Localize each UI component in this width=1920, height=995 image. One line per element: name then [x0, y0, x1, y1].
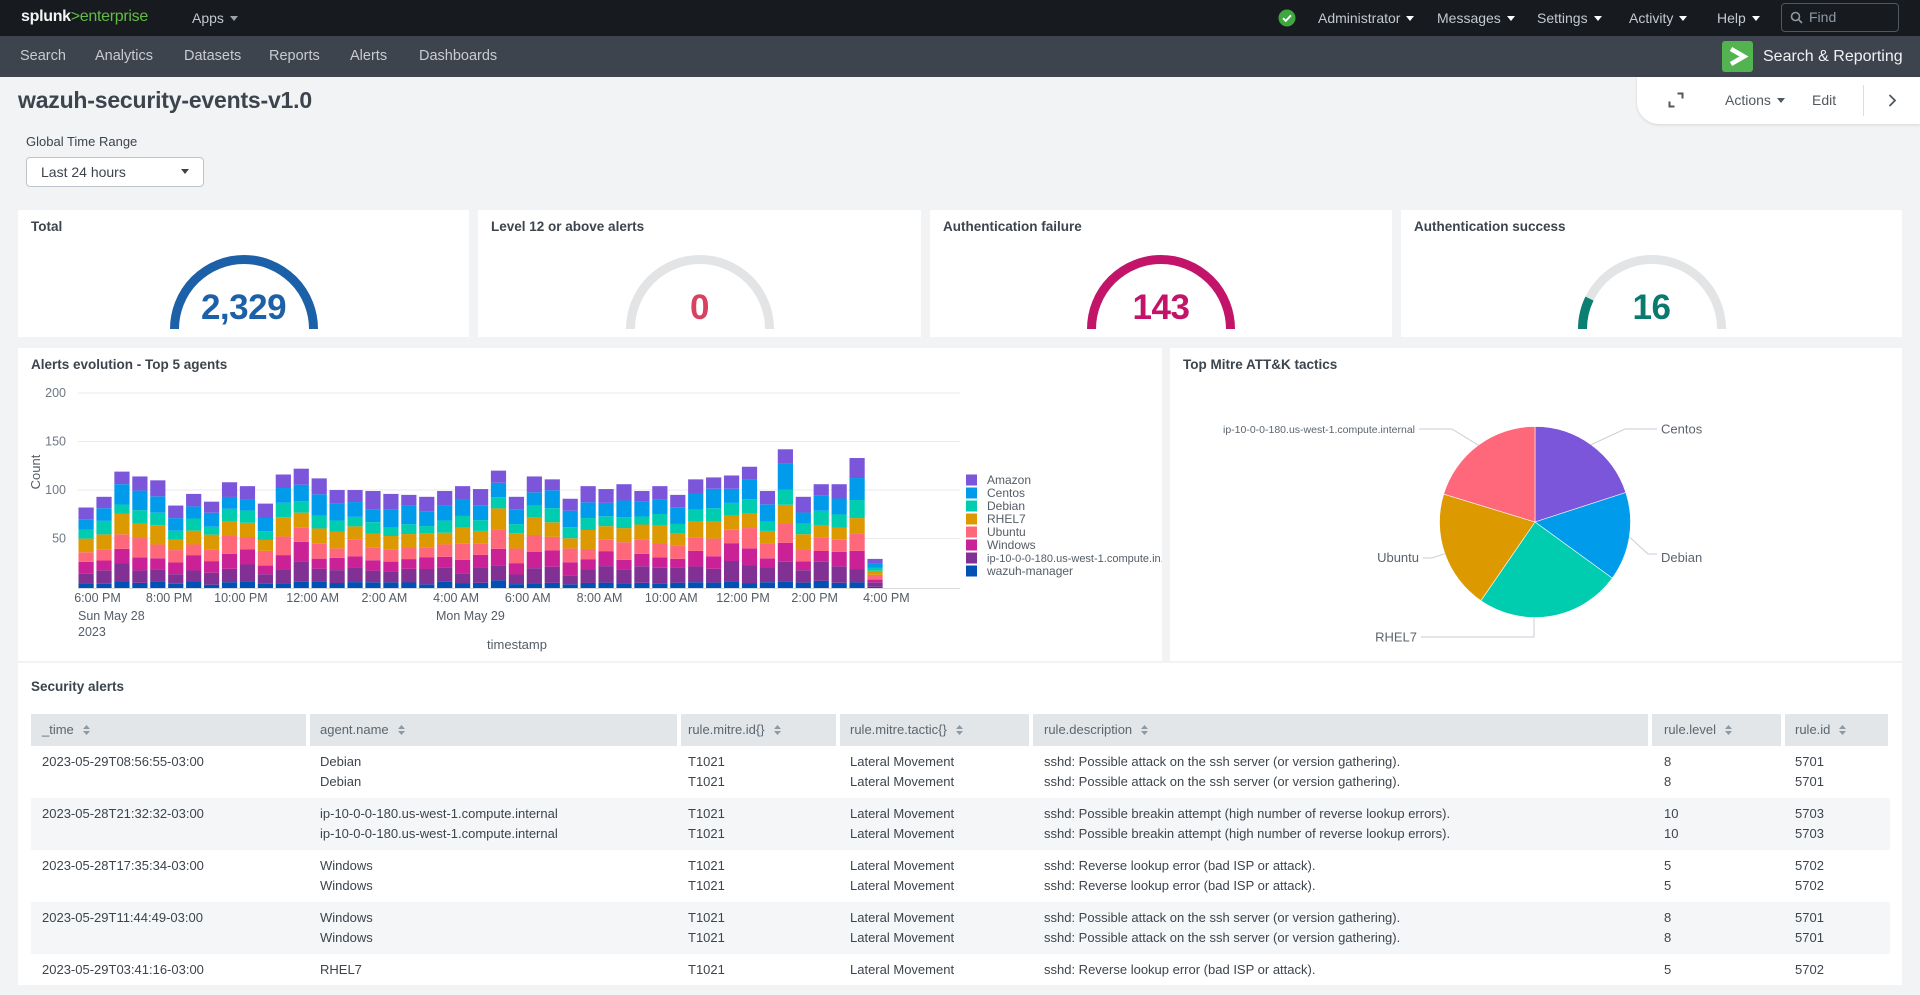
svg-text:ip-10-0-0-180.us-west-1.comput: ip-10-0-0-180.us-west-1.compute.internal — [1223, 424, 1415, 436]
svg-text:RHEL7: RHEL7 — [987, 512, 1026, 526]
svg-text:Debian: Debian — [987, 499, 1025, 513]
svg-text:8:00 AM: 8:00 AM — [577, 591, 623, 605]
svg-text:Sun May 28: Sun May 28 — [78, 609, 145, 623]
svg-text:10:00 PM: 10:00 PM — [214, 591, 268, 605]
svg-text:6:00 AM: 6:00 AM — [505, 591, 551, 605]
svg-text:100: 100 — [45, 483, 66, 497]
svg-text:2:00 PM: 2:00 PM — [791, 591, 838, 605]
svg-text:Windows: Windows — [987, 538, 1036, 552]
svg-text:Count: Count — [28, 454, 43, 489]
svg-text:2:00 AM: 2:00 AM — [361, 591, 407, 605]
svg-text:10:00 AM: 10:00 AM — [645, 591, 698, 605]
svg-text:Centos: Centos — [1661, 422, 1703, 437]
svg-text:12:00 AM: 12:00 AM — [286, 591, 339, 605]
svg-text:wazuh-manager: wazuh-manager — [986, 564, 1073, 578]
svg-text:4:00 AM: 4:00 AM — [433, 591, 479, 605]
svg-text:Ubuntu: Ubuntu — [987, 525, 1026, 539]
svg-text:6:00 PM: 6:00 PM — [74, 591, 121, 605]
svg-text:Ubuntu: Ubuntu — [1377, 550, 1419, 565]
svg-text:150: 150 — [45, 435, 66, 449]
svg-text:4:00 PM: 4:00 PM — [863, 591, 910, 605]
svg-text:200: 200 — [45, 386, 66, 400]
svg-text:RHEL7: RHEL7 — [1375, 630, 1417, 645]
svg-text:Amazon: Amazon — [987, 473, 1031, 487]
svg-text:2023: 2023 — [78, 625, 106, 639]
svg-text:Mon May 29: Mon May 29 — [436, 609, 505, 623]
svg-text:Debian: Debian — [1661, 550, 1702, 565]
svg-text:8:00 PM: 8:00 PM — [146, 591, 193, 605]
svg-text:50: 50 — [52, 532, 66, 546]
svg-text:Centos: Centos — [987, 486, 1025, 500]
svg-text:12:00 PM: 12:00 PM — [716, 591, 770, 605]
svg-text:timestamp: timestamp — [487, 637, 547, 652]
